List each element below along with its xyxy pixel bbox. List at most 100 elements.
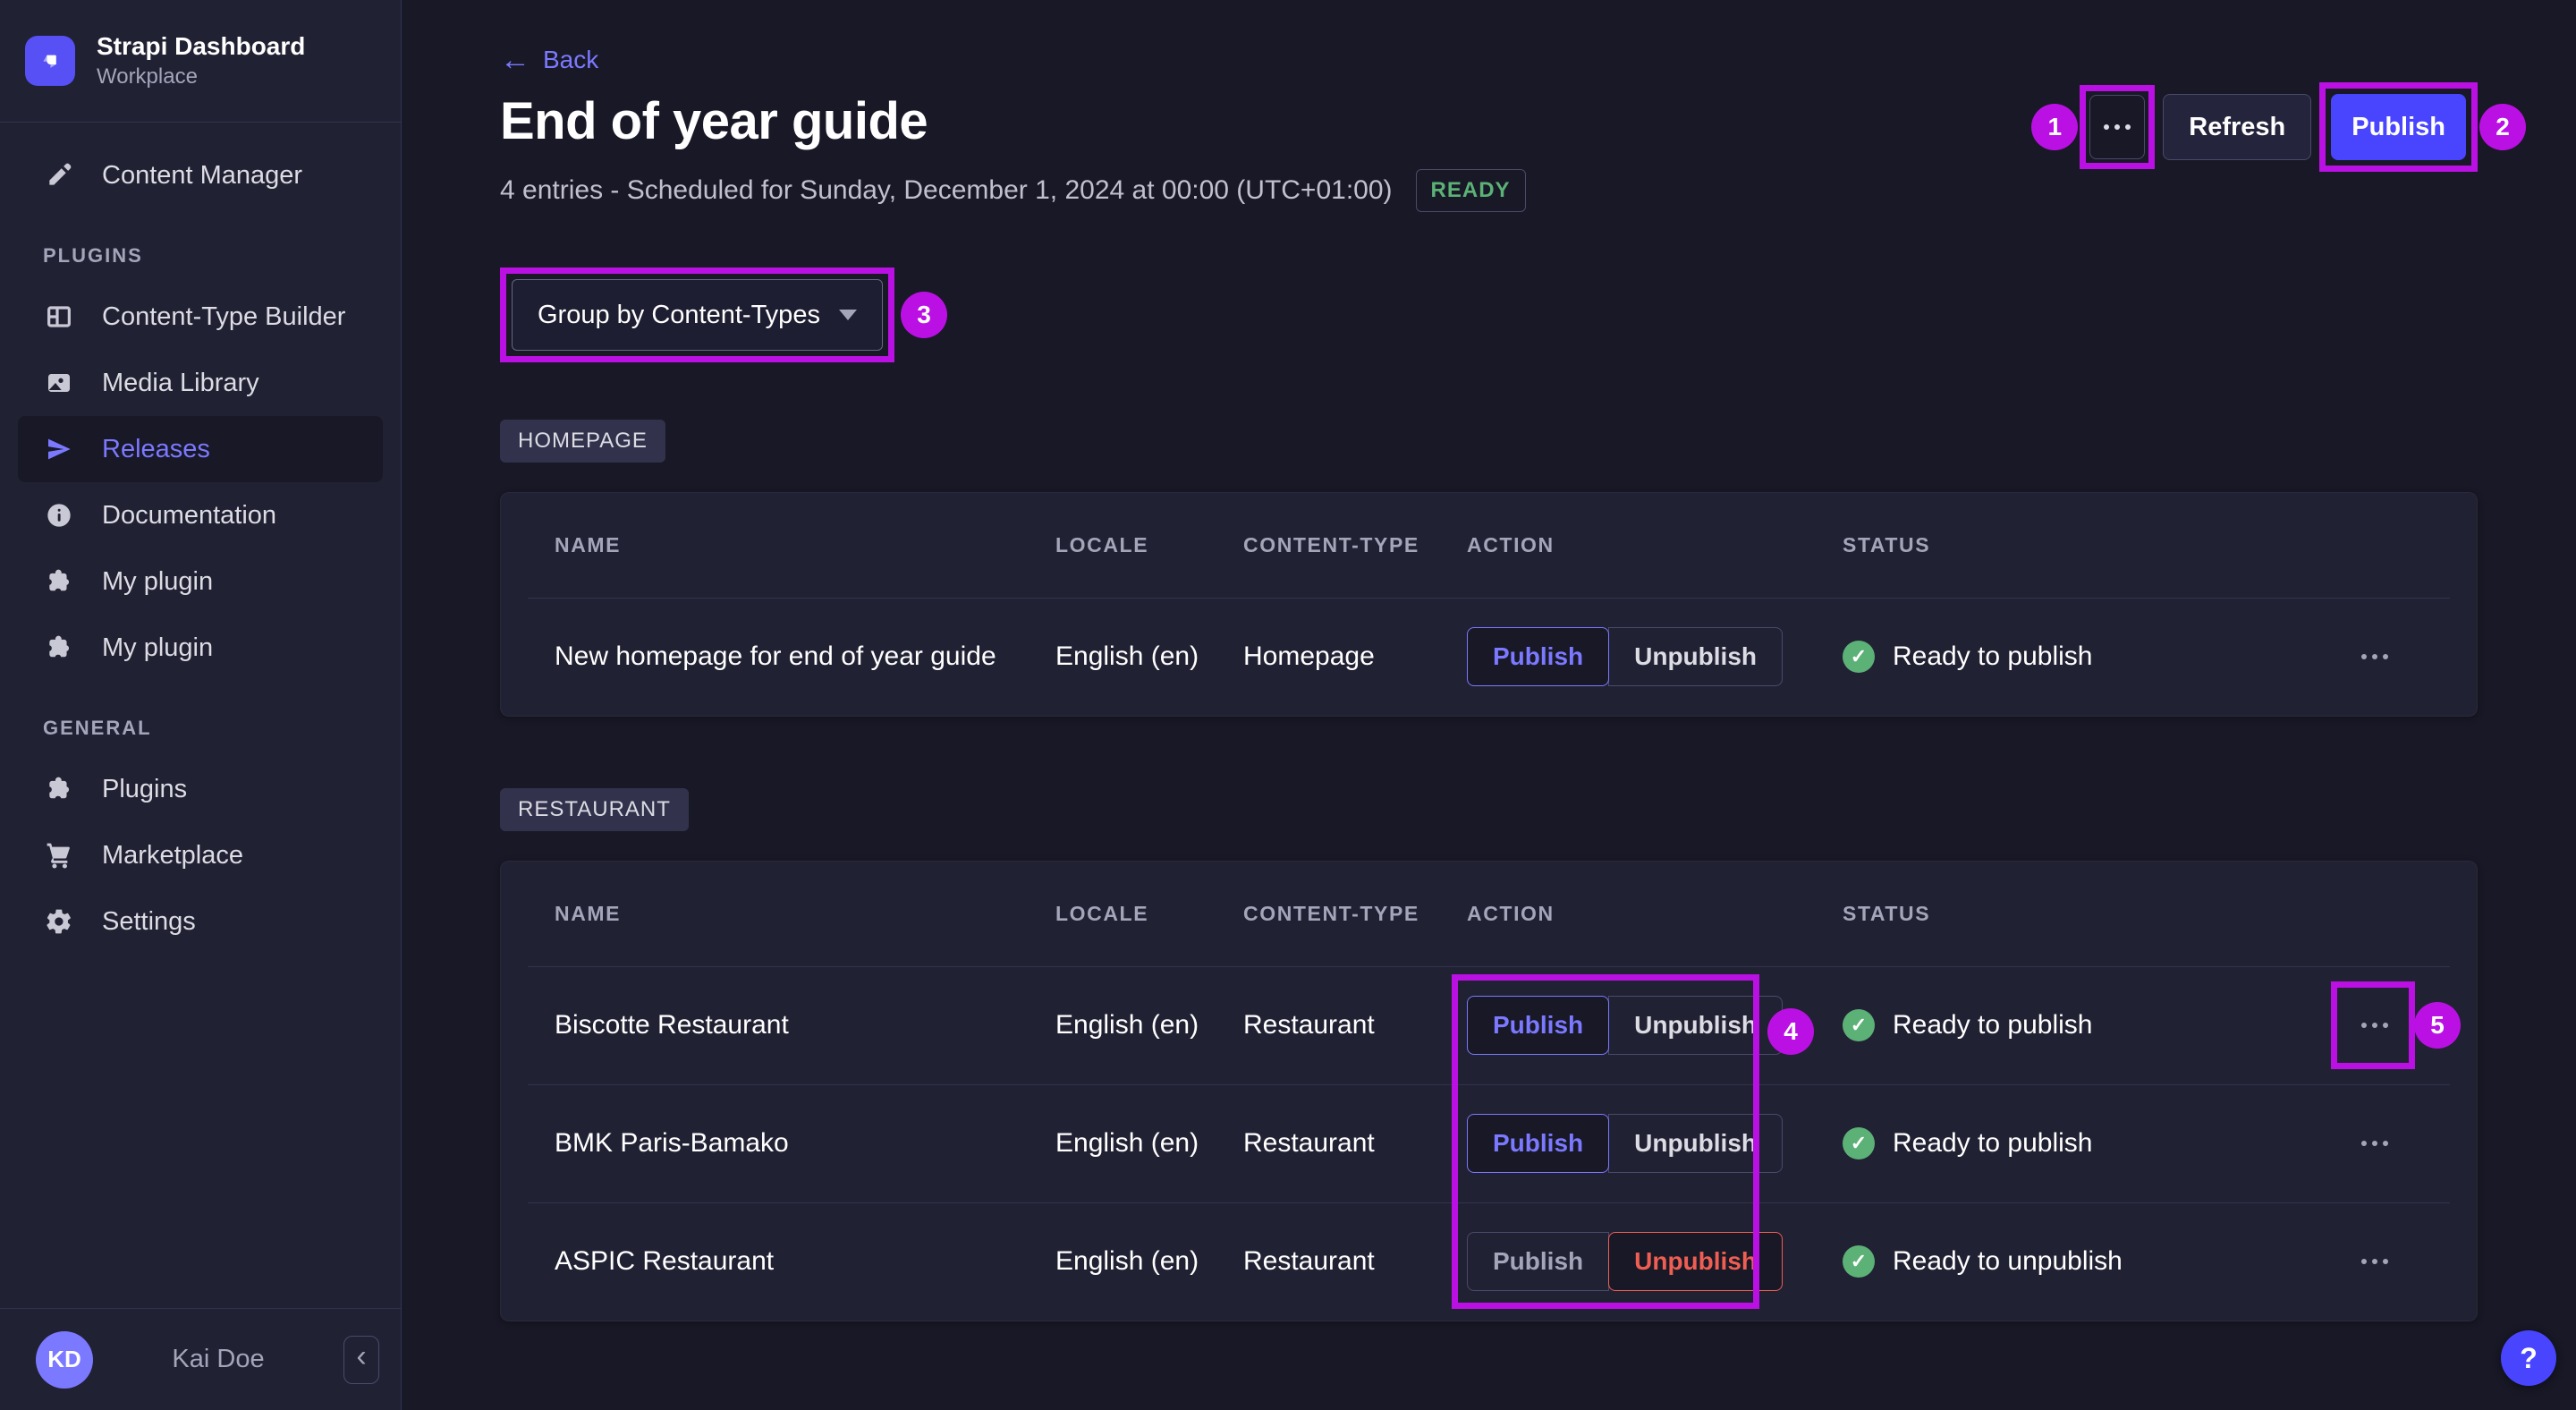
status-badge: READY	[1415, 169, 1526, 212]
entry-content-type: Homepage	[1243, 641, 1375, 671]
media-icon	[43, 367, 75, 399]
publish-release-button[interactable]: Publish	[2331, 94, 2466, 160]
entry-status: Ready to publish	[1893, 1010, 2093, 1040]
entry-content-type: Restaurant	[1243, 1010, 1375, 1040]
sidebar-item-documentation[interactable]: Documentation	[18, 482, 383, 548]
gear-icon	[43, 905, 75, 938]
entry-locale: English (en)	[1055, 641, 1199, 671]
chevron-down-icon	[839, 310, 857, 320]
paper-plane-icon	[43, 433, 75, 465]
publish-toggle-button[interactable]: Publish	[1467, 627, 1610, 686]
column-content-type: CONTENT-TYPE	[1243, 902, 1419, 925]
sidebar-item-label: Marketplace	[102, 840, 243, 870]
group-by-select[interactable]: Group by Content-Types	[512, 279, 883, 351]
header-actions: 1 Refresh Publish 2	[2031, 82, 2526, 172]
release-subtitle: 4 entries - Scheduled for Sunday, Decemb…	[500, 175, 1393, 205]
annotation-marker-3: 3	[901, 292, 947, 338]
annotation-box-1: 1	[2031, 85, 2156, 169]
action-toggle: Publish Unpublish	[1467, 1114, 1783, 1173]
info-icon	[43, 499, 75, 531]
layout-icon	[43, 301, 75, 333]
sidebar-item-label: Plugins	[102, 774, 188, 803]
table-header: NAME LOCALE CONTENT-TYPE ACTION STATUS	[501, 493, 2477, 598]
page-header: End of year guide 4 entries - Scheduled …	[500, 82, 2526, 212]
column-locale: LOCALE	[1055, 533, 1149, 556]
page-title: End of year guide	[500, 92, 928, 150]
column-name: NAME	[555, 533, 622, 556]
sidebar-item-releases[interactable]: Releases	[18, 416, 383, 482]
row-more-button[interactable]	[2361, 1132, 2388, 1155]
check-icon: ✓	[1843, 641, 1875, 673]
avatar[interactable]: KD	[36, 1330, 93, 1389]
sidebar-item-label: Documentation	[102, 500, 277, 530]
content-type-tag: HOMEPAGE	[500, 420, 665, 463]
unpublish-toggle-button[interactable]: Unpublish	[1608, 996, 1783, 1055]
homepage-table: NAME LOCALE CONTENT-TYPE ACTION STATUS N…	[500, 492, 2478, 717]
sidebar-item-label: My plugin	[102, 633, 214, 662]
user-name: Kai Doe	[172, 1345, 265, 1373]
sidebar-item-label: Releases	[102, 434, 210, 463]
column-name: NAME	[555, 902, 622, 925]
group-homepage: HOMEPAGE NAME LOCALE CONTENT-TYPE ACTION…	[500, 420, 2478, 717]
entry-name: New homepage for end of year guide	[555, 641, 996, 671]
table-row: Biscotte Restaurant English (en) Restaur…	[501, 966, 2477, 1084]
puzzle-icon	[43, 773, 75, 805]
sidebar-item-label: Media Library	[102, 368, 259, 397]
sidebar-item-media-library[interactable]: Media Library	[18, 350, 383, 416]
entry-name: Biscotte Restaurant	[555, 1010, 789, 1040]
check-icon: ✓	[1843, 1245, 1875, 1278]
unpublish-toggle-button[interactable]: Unpublish	[1608, 1114, 1783, 1173]
sidebar-collapse-button[interactable]: ‹	[343, 1335, 379, 1384]
entry-status: Ready to publish	[1893, 641, 2093, 671]
sidebar-item-content-manager[interactable]: Content Manager	[18, 142, 383, 208]
user-row: KD Kai Doe ‹	[0, 1308, 401, 1410]
annotation-marker-5: 5	[2414, 1002, 2461, 1049]
sidebar-item-label: My plugin	[102, 566, 214, 596]
table-row: New homepage for end of year guide Engli…	[501, 598, 2477, 716]
sidebar-section-plugins: PLUGINS	[43, 244, 143, 267]
action-toggle: Publish Unpublish	[1467, 627, 1783, 686]
row-more-button[interactable]	[2361, 1250, 2388, 1273]
entry-name: ASPIC Restaurant	[555, 1246, 775, 1276]
brand: Strapi Dashboard Workplace	[0, 0, 401, 122]
sidebar-item-content-type-builder[interactable]: Content-Type Builder	[18, 284, 383, 350]
sidebar-item-settings[interactable]: Settings	[18, 888, 383, 955]
cart-icon	[43, 839, 75, 871]
entry-status: Ready to publish	[1893, 1128, 2093, 1158]
sidebar-item-my-plugin-1[interactable]: My plugin	[18, 548, 383, 615]
annotation-box-5: 5	[2331, 981, 2461, 1069]
help-button[interactable]: ?	[2501, 1330, 2556, 1386]
release-more-button[interactable]	[2089, 95, 2146, 159]
sidebar-item-marketplace[interactable]: Marketplace	[18, 822, 383, 888]
annotation-marker-2: 2	[2479, 104, 2526, 150]
column-content-type: CONTENT-TYPE	[1243, 533, 1419, 556]
sidebar-item-my-plugin-2[interactable]: My plugin	[18, 615, 383, 681]
entry-status: Ready to unpublish	[1893, 1246, 2123, 1276]
back-link[interactable]: ← Back	[500, 45, 598, 75]
unpublish-toggle-button[interactable]: Unpublish	[1608, 1232, 1783, 1291]
row-more-button[interactable]	[2361, 645, 2388, 668]
pen-icon	[43, 159, 75, 191]
table-header: NAME LOCALE CONTENT-TYPE ACTION STATUS	[501, 862, 2477, 966]
sidebar-item-plugins[interactable]: Plugins	[18, 756, 383, 822]
more-icon	[2104, 124, 2131, 130]
sidebar-item-label: Content Manager	[102, 160, 303, 190]
entry-locale: English (en)	[1055, 1010, 1199, 1040]
app-workplace: Workplace	[97, 64, 198, 89]
column-status: STATUS	[1843, 902, 1931, 925]
row-more-button[interactable]: 5	[2331, 981, 2461, 1069]
sidebar-section-general: GENERAL	[43, 717, 152, 739]
publish-toggle-button[interactable]: Publish	[1467, 996, 1610, 1055]
publish-toggle-button[interactable]: Publish	[1467, 1232, 1610, 1291]
check-icon: ✓	[1843, 1127, 1875, 1159]
entry-locale: English (en)	[1055, 1246, 1199, 1276]
entry-name: BMK Paris-Bamako	[555, 1128, 789, 1158]
content-type-tag: RESTAURANT	[500, 788, 689, 831]
column-action: ACTION	[1467, 533, 1555, 556]
refresh-button[interactable]: Refresh	[2163, 94, 2312, 160]
table-row: BMK Paris-Bamako English (en) Restaurant…	[501, 1084, 2477, 1202]
puzzle-icon	[43, 632, 75, 664]
entry-content-type: Restaurant	[1243, 1128, 1375, 1158]
unpublish-toggle-button[interactable]: Unpublish	[1608, 627, 1783, 686]
publish-toggle-button[interactable]: Publish	[1467, 1114, 1610, 1173]
